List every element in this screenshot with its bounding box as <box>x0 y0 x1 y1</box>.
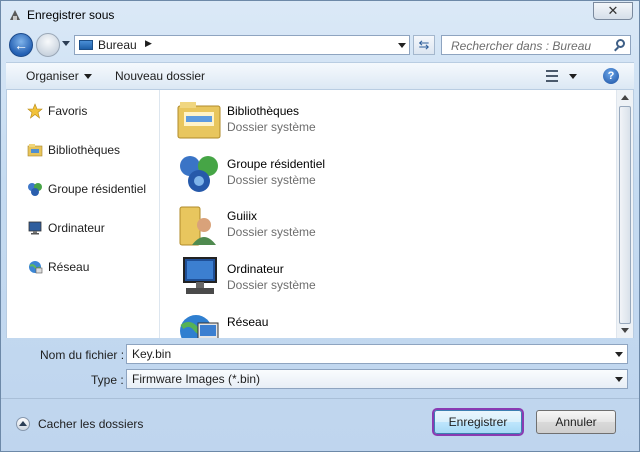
list-item[interactable]: Ordinateur Dossier système <box>176 256 556 304</box>
user-folder-icon <box>179 206 216 246</box>
navigation-bar: ← Bureau ▶ ⇆ Rechercher dans : Bureau <box>1 31 639 59</box>
save-button[interactable]: Enregistrer <box>432 408 524 436</box>
address-breadcrumb-bureau[interactable]: Bureau <box>98 38 137 52</box>
type-label: Type : <box>91 373 124 387</box>
computer-icon <box>183 257 217 294</box>
chevron-down-icon[interactable] <box>615 377 623 382</box>
sidebar-item-label: Favoris <box>48 104 88 118</box>
help-icon[interactable]: ? <box>603 68 619 84</box>
desktop-icon <box>79 40 93 50</box>
homegroup-icon <box>180 156 218 192</box>
search-input[interactable]: Rechercher dans : Bureau <box>441 35 631 55</box>
file-type: Dossier système <box>227 278 316 292</box>
libraries-folder-icon <box>177 102 221 139</box>
homegroup-icon <box>28 183 42 196</box>
organize-menu-button[interactable]: Organiser <box>26 69 92 83</box>
window-title: Enregistrer sous <box>27 8 115 22</box>
cancel-button[interactable]: Annuler <box>536 410 616 434</box>
file-name: Ordinateur <box>227 262 284 276</box>
refresh-button[interactable]: ⇆ <box>413 35 435 55</box>
sidebar-item-label: Ordinateur <box>48 221 105 235</box>
file-type: Dossier système <box>227 120 316 134</box>
refresh-icon: ⇆ <box>418 37 430 52</box>
hide-folders-label: Cacher les dossiers <box>38 417 144 431</box>
file-list: Bibliothèques Dossier système Groupe rés… <box>160 90 618 338</box>
file-type-value: Firmware Images (*.bin) <box>132 372 261 386</box>
file-name: Groupe résidentiel <box>227 157 326 171</box>
chevron-down-icon[interactable] <box>615 352 623 357</box>
address-dropdown-icon[interactable] <box>398 43 406 48</box>
network-icon <box>180 315 219 338</box>
sidebar-item-label: Réseau <box>48 260 90 274</box>
network-icon <box>29 261 43 274</box>
back-arrow-icon: ← <box>14 37 28 53</box>
chevron-down-icon <box>83 74 92 80</box>
organize-label: Organiser <box>26 69 79 83</box>
collapse-up-icon <box>16 417 30 431</box>
file-type: Dossier système <box>227 173 316 187</box>
file-name: Bibliothèques <box>227 104 300 118</box>
scroll-up-icon[interactable] <box>621 95 629 100</box>
breadcrumb-chevron-icon[interactable]: ▶ <box>145 38 152 49</box>
dialog-footer: Cacher les dossiers Enregistrer Annuler <box>1 398 639 451</box>
vertical-scrollbar[interactable] <box>616 90 633 338</box>
file-type: Dossier système <box>227 225 316 239</box>
filename-label: Nom du fichier : <box>40 348 125 362</box>
list-item[interactable]: Bibliothèques Dossier système <box>176 98 556 146</box>
command-bar: Organiser Nouveau dossier ? <box>6 62 634 90</box>
search-icon[interactable] <box>616 39 625 48</box>
address-bar[interactable]: Bureau ▶ <box>74 35 410 55</box>
search-placeholder: Rechercher dans : Bureau <box>451 39 592 53</box>
save-as-dialog: Enregistrer sous ✕ ← Bureau ▶ ⇆ Recherch… <box>0 0 640 452</box>
sidebar-item-label: Groupe résidentiel <box>48 182 147 196</box>
app-icon <box>10 10 20 20</box>
forward-button[interactable] <box>36 33 60 57</box>
list-item[interactable]: Réseau <box>176 309 556 338</box>
star-icon <box>27 103 43 119</box>
file-name: Guiiix <box>227 209 258 223</box>
scroll-down-icon[interactable] <box>621 328 629 333</box>
new-folder-button[interactable]: Nouveau dossier <box>115 69 205 83</box>
scroll-thumb[interactable] <box>619 106 631 324</box>
navigation-pane: Favoris Bibliothèques Groupe résidentiel… <box>7 90 160 338</box>
title-bar[interactable]: Enregistrer sous ✕ <box>1 1 639 31</box>
list-item[interactable]: Guiiix Dossier système <box>176 203 556 251</box>
computer-icon <box>28 221 42 235</box>
file-type-select[interactable]: Firmware Images (*.bin) <box>126 369 628 389</box>
browser-area: Favoris Bibliothèques Groupe résidentiel… <box>6 90 634 338</box>
filename-field[interactable]: Key.bin <box>126 344 628 364</box>
libraries-icon <box>27 144 43 157</box>
sidebar-item-label: Bibliothèques <box>48 143 121 157</box>
filename-value[interactable]: Key.bin <box>132 347 171 361</box>
view-options-dropdown-icon[interactable] <box>569 74 577 79</box>
save-form: Nom du fichier : Key.bin Type : Firmware… <box>6 338 634 398</box>
recent-pages-dropdown-icon[interactable] <box>62 41 70 46</box>
close-button[interactable]: ✕ <box>593 2 633 20</box>
file-name: Réseau <box>227 315 269 329</box>
list-item[interactable]: Groupe résidentiel Dossier système <box>176 151 556 199</box>
view-options-icon[interactable] <box>546 70 558 82</box>
back-button[interactable]: ← <box>9 33 33 57</box>
